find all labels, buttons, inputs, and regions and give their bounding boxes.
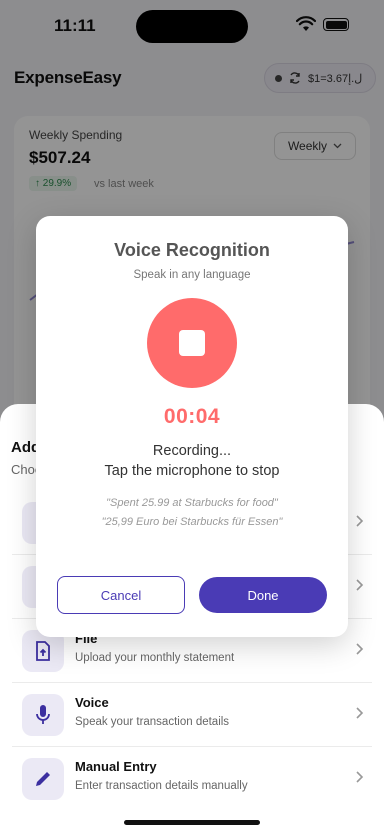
option-manual-desc: Enter transaction details manually [75,780,248,792]
option-file-desc: Upload your monthly statement [75,652,235,664]
chevron-right-icon [356,515,364,527]
dialog-subtitle: Speak in any language [133,269,251,281]
chevron-right-icon [356,643,364,655]
chevron-right-icon [356,707,364,719]
divider [12,746,372,747]
chevron-right-icon [356,771,364,783]
home-indicator [124,820,260,825]
stop-recording-button[interactable] [147,298,237,388]
cancel-button[interactable]: Cancel [57,576,185,614]
example-phrase-german: "25,99 Euro bei Starbucks für Essen" [101,516,283,528]
done-button[interactable]: Done [199,577,327,613]
microphone-icon [22,694,64,736]
option-voice-desc: Speak your transaction details [75,716,230,728]
option-voice-title: Voice [75,695,109,710]
chevron-right-icon [356,579,364,591]
divider [12,682,372,683]
stop-icon [179,330,205,356]
recording-timer: 00:04 [163,405,221,428]
dialog-title: Voice Recognition [114,240,270,260]
option-voice[interactable]: Voice Speak your transaction details [12,688,372,744]
recording-status: Recording... [152,443,232,459]
example-phrase-english: "Spent 25.99 at Starbucks for food" [106,497,278,509]
option-manual-title: Manual Entry [75,759,157,774]
voice-recognition-dialog: Voice Recognition Speak in any language … [36,216,348,637]
option-manual-entry[interactable]: Manual Entry Enter transaction details m… [12,752,372,808]
pencil-icon [22,758,64,800]
recording-hint: Tap the microphone to stop [104,463,280,479]
